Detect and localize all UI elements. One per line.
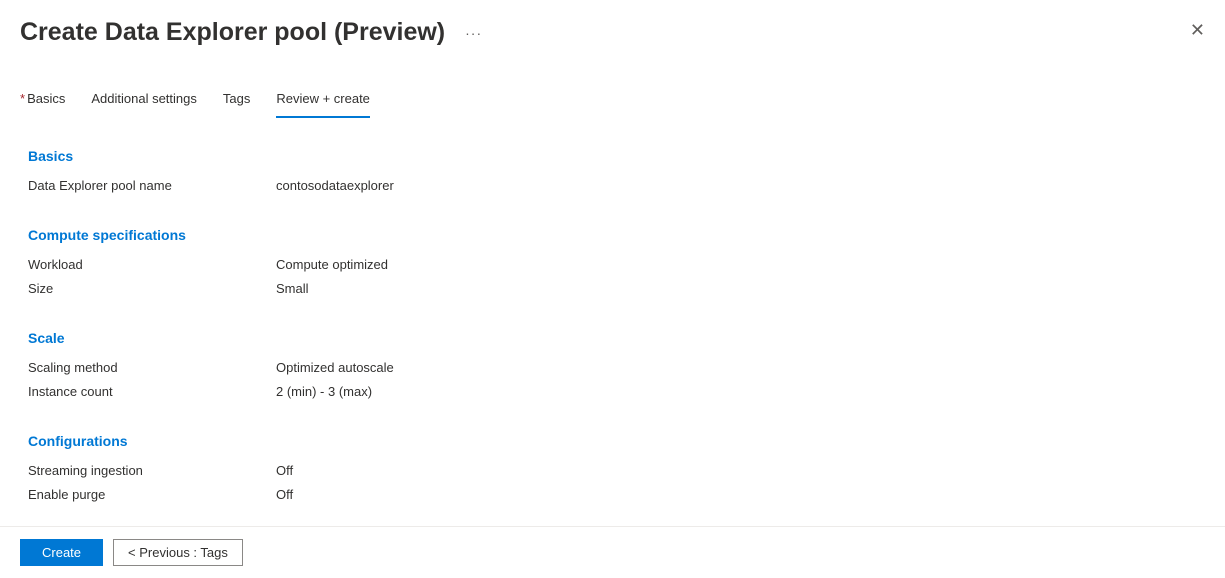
value-instance-count: 2 (min) - 3 (max)	[276, 384, 372, 399]
row-enable-purge: Enable purge Off	[28, 487, 1197, 502]
section-scale: Scale Scaling method Optimized autoscale…	[28, 330, 1197, 399]
close-icon[interactable]: ✕	[1190, 20, 1205, 41]
value-size: Small	[276, 281, 309, 296]
section-title-compute: Compute specifications	[28, 227, 1197, 243]
more-options-icon[interactable]: ···	[465, 25, 482, 41]
tab-review-create[interactable]: Review + create	[276, 91, 370, 118]
row-workload: Workload Compute optimized	[28, 257, 1197, 272]
page-title: Create Data Explorer pool (Preview)	[20, 18, 445, 47]
page-header: Create Data Explorer pool (Preview) ··· …	[0, 0, 1225, 67]
label-streaming-ingestion: Streaming ingestion	[28, 463, 276, 478]
row-pool-name: Data Explorer pool name contosodataexplo…	[28, 178, 1197, 193]
main-content: Basics Data Explorer pool name contosoda…	[0, 118, 1225, 556]
label-pool-name: Data Explorer pool name	[28, 178, 276, 193]
tab-additional-settings[interactable]: Additional settings	[91, 91, 197, 118]
tab-tags[interactable]: Tags	[223, 91, 250, 118]
tab-basics[interactable]: Basics	[20, 91, 65, 118]
section-basics: Basics Data Explorer pool name contosoda…	[28, 148, 1197, 193]
tabs-bar: Basics Additional settings Tags Review +…	[0, 91, 1225, 118]
footer-bar: Create < Previous : Tags	[0, 526, 1225, 578]
label-instance-count: Instance count	[28, 384, 276, 399]
value-scaling-method: Optimized autoscale	[276, 360, 394, 375]
row-streaming-ingestion: Streaming ingestion Off	[28, 463, 1197, 478]
section-title-basics: Basics	[28, 148, 1197, 164]
row-size: Size Small	[28, 281, 1197, 296]
value-workload: Compute optimized	[276, 257, 388, 272]
row-scaling-method: Scaling method Optimized autoscale	[28, 360, 1197, 375]
label-size: Size	[28, 281, 276, 296]
previous-button[interactable]: < Previous : Tags	[113, 539, 243, 566]
create-button[interactable]: Create	[20, 539, 103, 566]
section-title-scale: Scale	[28, 330, 1197, 346]
label-enable-purge: Enable purge	[28, 487, 276, 502]
value-streaming-ingestion: Off	[276, 463, 293, 478]
value-pool-name: contosodataexplorer	[276, 178, 394, 193]
value-enable-purge: Off	[276, 487, 293, 502]
section-compute: Compute specifications Workload Compute …	[28, 227, 1197, 296]
section-title-configurations: Configurations	[28, 433, 1197, 449]
label-scaling-method: Scaling method	[28, 360, 276, 375]
label-workload: Workload	[28, 257, 276, 272]
section-configurations: Configurations Streaming ingestion Off E…	[28, 433, 1197, 502]
row-instance-count: Instance count 2 (min) - 3 (max)	[28, 384, 1197, 399]
